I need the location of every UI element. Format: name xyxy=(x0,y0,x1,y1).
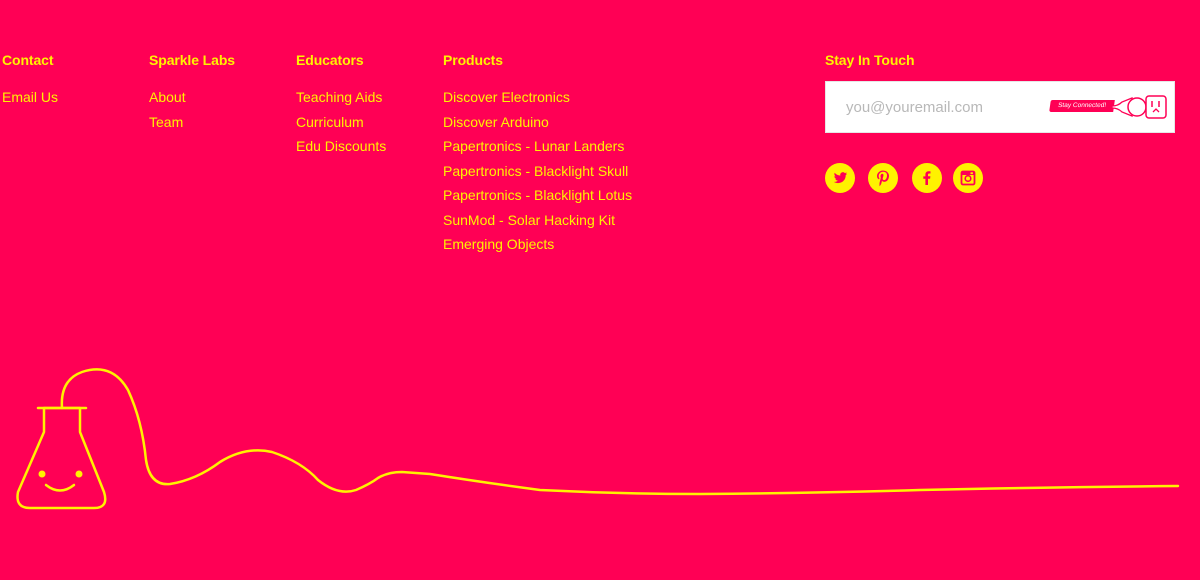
link-about[interactable]: About xyxy=(149,89,186,105)
link-blacklight-lotus[interactable]: Papertronics - Blacklight Lotus xyxy=(443,187,632,203)
newsletter-form: Stay Connected! xyxy=(825,81,1175,133)
link-teaching-aids[interactable]: Teaching Aids xyxy=(296,89,382,105)
column-heading: Stay In Touch xyxy=(825,52,915,68)
link-discover-arduino[interactable]: Discover Arduino xyxy=(443,114,549,130)
link-edu-discounts[interactable]: Edu Discounts xyxy=(296,138,386,154)
footer-column-sparkle-labs: Sparkle Labs About Team xyxy=(149,51,235,134)
link-email-us[interactable]: Email Us xyxy=(2,89,58,105)
plug-icon xyxy=(1111,95,1167,119)
footer-column-products: Products Discover Electronics Discover A… xyxy=(443,51,632,257)
link-lunar-landers[interactable]: Papertronics - Lunar Landers xyxy=(443,138,624,154)
footer-column-contact: Contact Email Us xyxy=(2,51,58,110)
link-team[interactable]: Team xyxy=(149,114,183,130)
column-heading: Contact xyxy=(2,52,54,68)
link-blacklight-skull[interactable]: Papertronics - Blacklight Skull xyxy=(443,163,628,179)
flask-mascot-illustration xyxy=(16,368,1180,510)
column-heading: Sparkle Labs xyxy=(149,52,235,68)
link-sunmod[interactable]: SunMod - Solar Hacking Kit xyxy=(443,212,615,228)
facebook-icon[interactable] xyxy=(912,163,942,193)
link-emerging-objects[interactable]: Emerging Objects xyxy=(443,236,554,252)
stay-connected-button[interactable]: Stay Connected! xyxy=(1049,92,1168,122)
column-heading: Products xyxy=(443,52,503,68)
footer-column-stay-in-touch: Stay In Touch xyxy=(825,51,915,85)
stay-connected-label: Stay Connected! xyxy=(1049,100,1115,112)
email-field[interactable] xyxy=(826,82,1066,132)
footer-column-educators: Educators Teaching Aids Curriculum Edu D… xyxy=(296,51,386,159)
column-heading: Educators xyxy=(296,52,364,68)
twitter-icon[interactable] xyxy=(825,163,855,193)
instagram-icon[interactable] xyxy=(953,163,983,193)
pinterest-icon[interactable] xyxy=(868,163,898,193)
link-curriculum[interactable]: Curriculum xyxy=(296,114,364,130)
link-discover-electronics[interactable]: Discover Electronics xyxy=(443,89,570,105)
